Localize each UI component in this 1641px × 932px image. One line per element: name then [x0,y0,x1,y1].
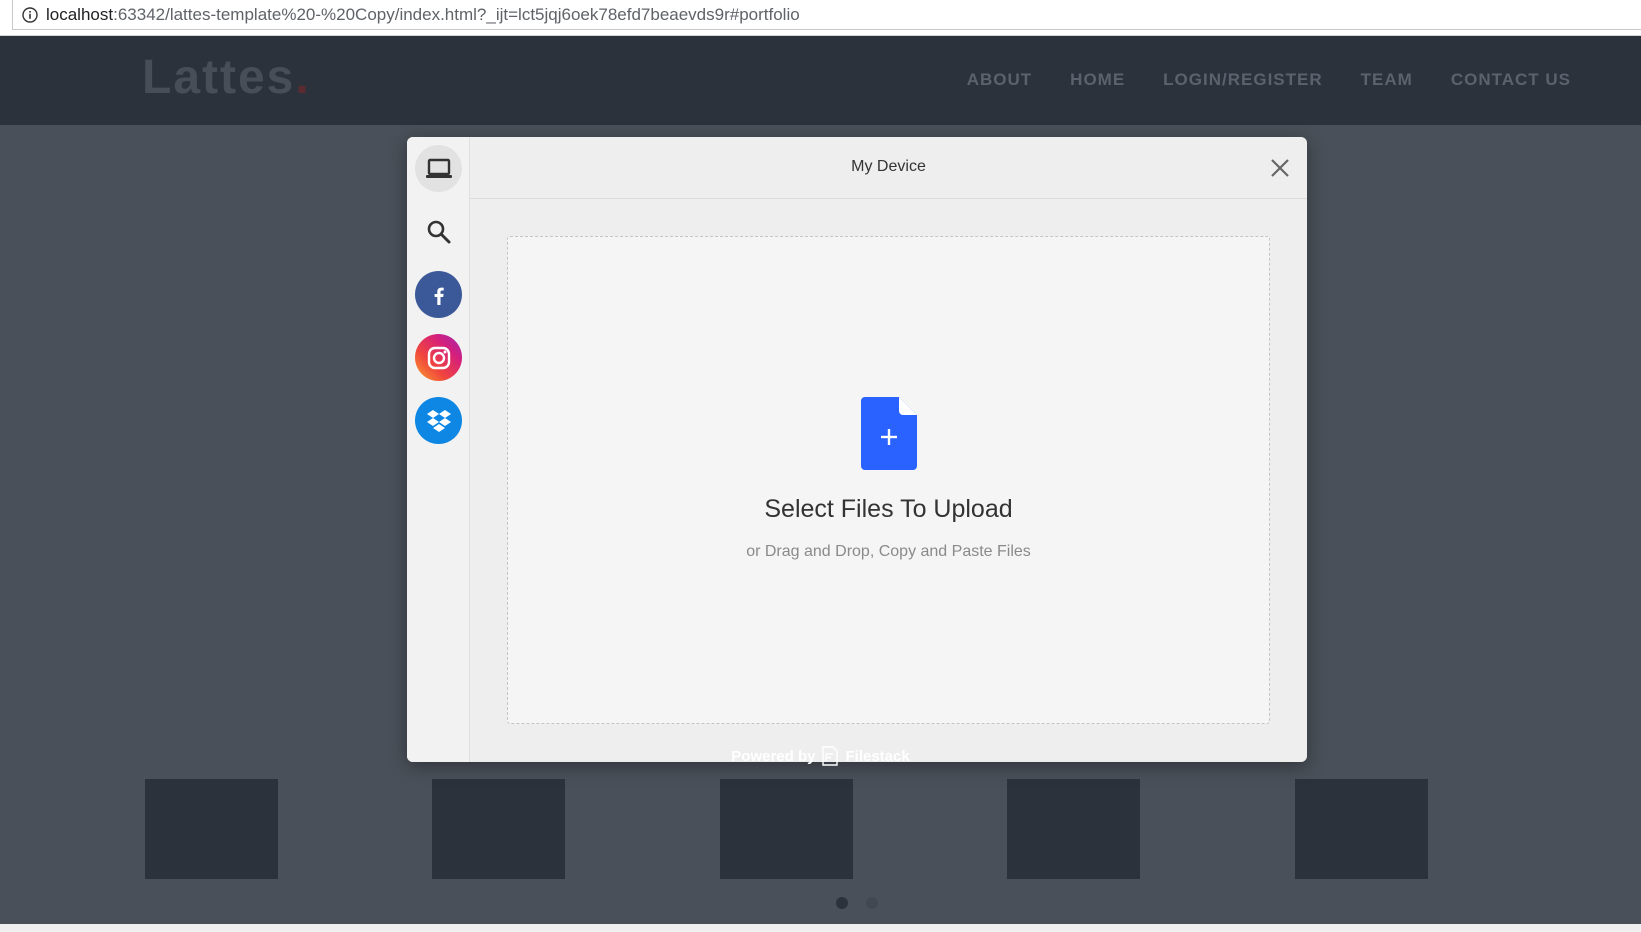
facebook-icon [434,287,444,305]
carousel-dot-active[interactable] [836,897,848,909]
site-navbar: Lattes. ABOUT HOME LOGIN/REGISTER TEAM C… [0,36,1641,125]
nav-menu: ABOUT HOME LOGIN/REGISTER TEAM CONTACT U… [967,70,1571,90]
source-web-search[interactable] [415,208,462,255]
portfolio-thumbnail[interactable] [145,779,278,879]
url-text[interactable]: localhost:63342/lattes-template%20-%20Co… [46,5,800,25]
modal-title: My Device [851,158,926,175]
dropzone-title: Select Files To Upload [764,495,1013,523]
portfolio-thumbnail[interactable] [432,779,565,879]
browser-address-bar[interactable]: localhost:63342/lattes-template%20-%20Co… [0,0,1641,36]
source-instagram[interactable] [415,334,462,381]
instagram-icon [427,346,450,369]
dropzone-subtitle: or Drag and Drop, Copy and Paste Files [746,543,1031,560]
search-icon [427,220,450,243]
nav-login-register[interactable]: LOGIN/REGISTER [1163,70,1322,90]
nav-team[interactable]: TEAM [1361,70,1413,90]
site-logo[interactable]: Lattes. [142,50,311,105]
url-host: localhost [46,5,114,24]
filestack-brand[interactable]: Filestack [845,748,909,765]
filestack-logo-icon [822,746,839,766]
carousel-dot[interactable] [866,897,878,909]
nav-about[interactable]: ABOUT [967,70,1032,90]
portfolio-thumbnail[interactable] [720,779,853,879]
file-picker-modal: My Device Select Files To Upload or Drag… [407,137,1307,762]
nav-contact-us[interactable]: CONTACT US [1451,70,1571,90]
bottom-strip [0,924,1641,932]
portfolio-thumbnail[interactable] [1295,779,1428,879]
logo-text: Lattes [142,51,296,104]
add-file-icon [861,397,917,470]
upload-dropzone[interactable]: Select Files To Upload or Drag and Drop,… [507,236,1270,724]
nav-home[interactable]: HOME [1070,70,1125,90]
logo-dot: . [295,51,311,104]
modal-header: My Device [470,137,1307,199]
source-dropbox[interactable] [415,397,462,444]
powered-by-footer: Powered by Filestack [0,746,1641,766]
close-icon[interactable] [1269,157,1291,179]
url-path: :63342/lattes-template%20-%20Copy/index.… [113,5,800,24]
source-facebook[interactable] [415,271,462,318]
dropbox-icon [426,409,451,432]
info-icon[interactable] [22,7,38,23]
portfolio-thumbnail[interactable] [1007,779,1140,879]
powered-by-label: Powered by [731,747,816,765]
source-sidebar [407,137,470,762]
laptop-icon [425,158,452,178]
source-my-device[interactable] [415,145,462,192]
